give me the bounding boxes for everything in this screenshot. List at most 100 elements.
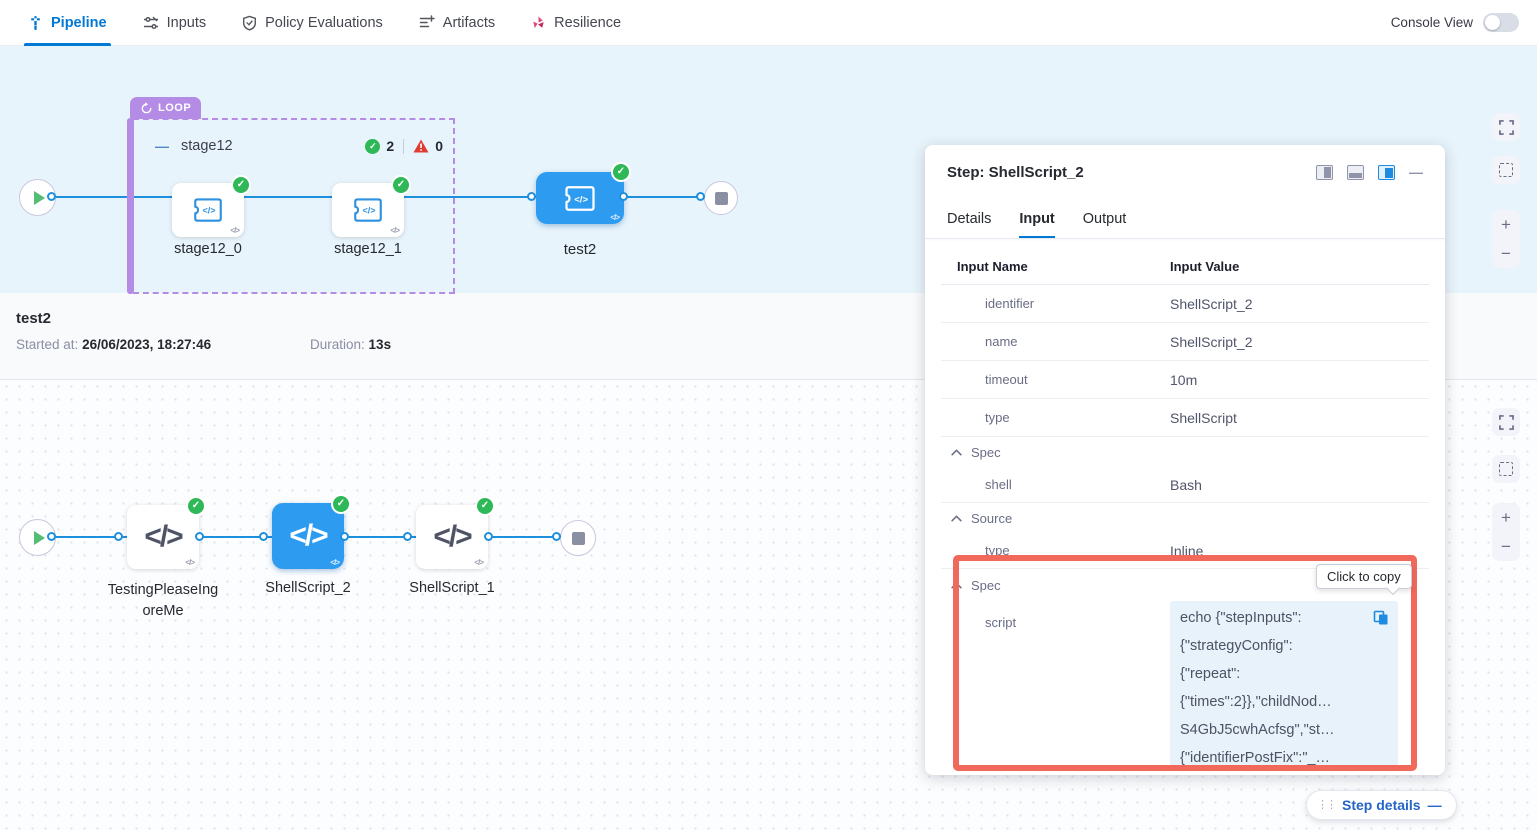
chevron-up-icon[interactable] [951, 515, 962, 522]
success-count: 2 [386, 138, 394, 154]
marquee-select-button-bottom[interactable] [1492, 455, 1520, 483]
tab-policy-evaluations[interactable]: Policy Evaluations [242, 0, 383, 46]
tab-pipeline-label: Pipeline [51, 15, 107, 31]
template-step-icon: </> [351, 197, 385, 223]
step-label: TestingPleaseIngoreMe [105, 580, 221, 622]
connector-dot [340, 532, 349, 541]
section-label: Spec [971, 578, 1001, 593]
connector-dot [403, 532, 412, 541]
panel-tab-details[interactable]: Details [947, 211, 991, 238]
row-name: name [941, 334, 1170, 349]
panel-header: Step: ShellScript_2 — [925, 145, 1445, 199]
copy-icon[interactable] [1373, 610, 1389, 626]
script-line: echo {"stepInputs": [1180, 604, 1388, 632]
error-count: 0 [435, 138, 443, 154]
step-label: stage12_1 [318, 241, 418, 257]
console-view-toggle[interactable] [1483, 13, 1519, 32]
code-sub-icon: </> [185, 558, 194, 567]
table-row-timeout: timeout 10m [941, 361, 1429, 399]
success-badge-icon: ✓ [333, 496, 349, 512]
tab-policy-evaluations-label: Policy Evaluations [265, 15, 383, 31]
duration-value: 13s [369, 337, 392, 352]
inputs-icon [143, 16, 159, 30]
code-sub-icon: </> [474, 558, 483, 567]
script-line: {"strategyConfig": [1180, 632, 1388, 660]
code-sub-icon: </> [230, 226, 239, 235]
play-icon [34, 531, 45, 545]
panel-tab-input[interactable]: Input [1019, 211, 1054, 238]
success-badge-icon: ✓ [393, 177, 409, 193]
zoom-to-fit-button-top[interactable] [1492, 113, 1520, 141]
chevron-up-icon[interactable] [951, 582, 962, 589]
script-line: {"times":2}},"childNod… [1180, 688, 1388, 716]
toggle-knob [1485, 15, 1500, 30]
collapse-stage-icon[interactable]: — [155, 138, 169, 154]
duration: Duration: 13s [310, 337, 391, 352]
svg-text:</>: </> [363, 206, 376, 216]
chevron-up-icon[interactable] [951, 449, 962, 456]
script-line: {"identifierPostFix":"_… [1180, 744, 1388, 769]
shellscript-step-icon: </> [144, 520, 181, 554]
stage-node-test2-selected[interactable]: </> </> ✓ [536, 172, 624, 224]
panel-tab-output[interactable]: Output [1083, 211, 1127, 238]
script-value-box[interactable]: echo {"stepInputs": {"strategyConfig": {… [1170, 601, 1398, 769]
tab-inputs[interactable]: Inputs [143, 0, 207, 46]
started-at-value: 26/06/2023, 18:27:46 [82, 337, 211, 352]
console-view-control: Console View [1391, 13, 1519, 32]
template-step-icon: </> [562, 185, 598, 212]
step-node-shellscript-2-selected[interactable]: </> </> ✓ [272, 503, 344, 569]
tab-resilience-label: Resilience [554, 15, 621, 31]
started-at-label: Started at: [16, 337, 78, 352]
svg-text:</>: </> [574, 194, 588, 205]
connector-dot [195, 532, 204, 541]
step-node-testingpleaseingoreme[interactable]: </> </> ✓ [127, 505, 199, 569]
panel-title: Step: ShellScript_2 [947, 164, 1084, 181]
row-name: type [941, 410, 1170, 425]
loop-icon [140, 102, 153, 115]
zoom-in-button-top[interactable]: + [1492, 210, 1520, 239]
marquee-icon [1499, 462, 1513, 476]
stage-label-test2: test2 [530, 241, 630, 258]
input-table-header: Input Name Input Value [941, 249, 1429, 285]
shellscript-step-icon: </> [433, 520, 470, 554]
step-label: ShellScript_1 [402, 580, 502, 596]
panel-body: Input Name Input Value identifier ShellS… [925, 239, 1445, 775]
shellscript-step-icon: </> [289, 519, 326, 553]
row-name: shell [941, 477, 1170, 492]
code-sub-icon: </> [390, 226, 399, 235]
step-node-shellscript-1[interactable]: </> </> ✓ [416, 505, 488, 569]
section-spec: Spec [941, 437, 1429, 467]
zoom-out-button-bottom[interactable]: − [1492, 532, 1520, 561]
zoom-out-button-top[interactable]: − [1492, 239, 1520, 268]
tab-artifacts[interactable]: Artifacts [419, 0, 495, 46]
tab-resilience[interactable]: Resilience [531, 0, 621, 46]
code-sub-icon: </> [610, 213, 619, 222]
step-label: stage12_0 [158, 241, 258, 257]
connector-dot [47, 192, 56, 201]
tab-pipeline[interactable]: Pipeline [28, 0, 107, 46]
step-node-stage12-1[interactable]: </> </> ✓ [332, 183, 404, 237]
row-value: Inline [1170, 543, 1429, 559]
layout-right-panel-icon[interactable] [1316, 165, 1333, 180]
layout-bottom-panel-icon[interactable] [1347, 165, 1364, 180]
drag-handle-icon[interactable]: ⋮⋮ [1317, 800, 1335, 811]
minimize-panel-icon[interactable]: — [1409, 164, 1423, 180]
end-node [560, 520, 596, 556]
stage-name[interactable]: stage12 [181, 138, 233, 154]
table-row-script: script echo {"stepInputs": {"strategyCon… [941, 601, 1429, 769]
zoom-in-button-bottom[interactable]: + [1492, 503, 1520, 532]
table-row-identifier: identifier ShellScript_2 [941, 285, 1429, 323]
layout-float-panel-icon[interactable] [1378, 165, 1395, 180]
marquee-select-button-top[interactable] [1492, 156, 1520, 184]
artifacts-icon [419, 15, 435, 30]
zoom-to-fit-button-bottom[interactable] [1492, 408, 1520, 436]
divider [403, 139, 404, 154]
column-header-value: Input Value [1170, 259, 1429, 274]
step-node-stage12-0[interactable]: </> </> ✓ [172, 183, 244, 237]
zoom-controls-top: + − [1492, 210, 1520, 268]
section-source: Source [941, 503, 1429, 533]
stop-icon [715, 192, 728, 205]
svg-text:</>: </> [203, 206, 216, 216]
loop-badge: LOOP [130, 97, 201, 119]
step-details-pill-button[interactable]: ⋮⋮ Step details — [1306, 790, 1457, 820]
